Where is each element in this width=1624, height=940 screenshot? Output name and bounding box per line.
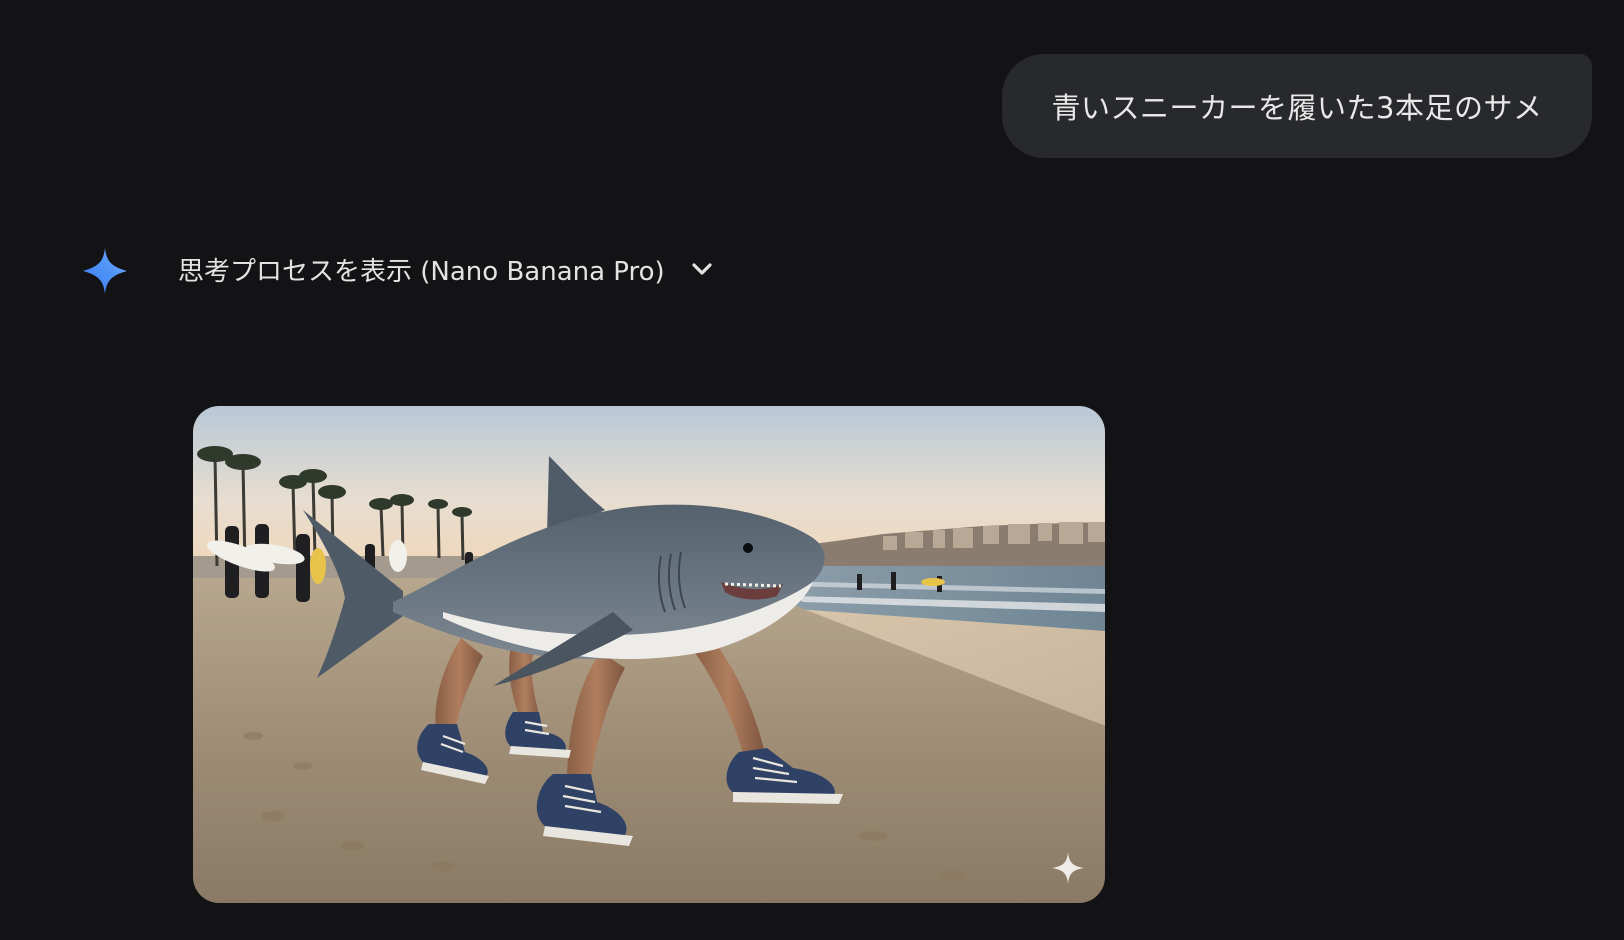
shark-on-beach-image [193,406,1105,903]
show-thinking-toggle[interactable]: 思考プロセスを表示 (Nano Banana Pro) [178,246,717,292]
thinking-label: 思考プロセスを表示 (Nano Banana Pro) [178,256,665,287]
chevron-down-icon[interactable] [687,254,717,284]
user-prompt-text: 青いスニーカーを履いた3本足のサメ [1051,91,1543,125]
user-prompt-bubble: 青いスニーカーを履いた3本足のサメ [1002,54,1592,158]
gemini-sparkle-icon [83,248,127,294]
sparkle-watermark-icon [1052,852,1084,884]
chat-page: 青いスニーカーを履いた3本足のサメ 思考プロセスを表示 (Nano Banana… [0,0,1624,940]
generated-image[interactable] [193,406,1105,903]
